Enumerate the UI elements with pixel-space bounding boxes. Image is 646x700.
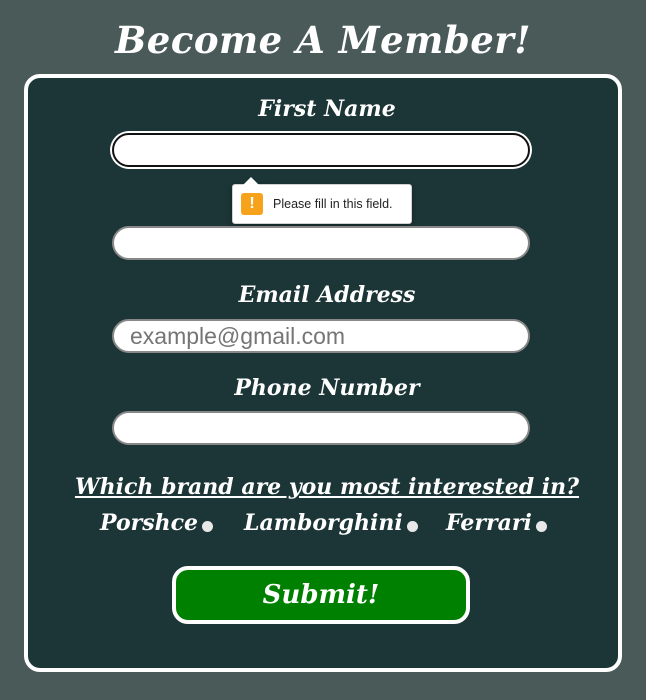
radio-lamborghini[interactable]: Lamborghini xyxy=(244,510,418,536)
email-input[interactable] xyxy=(112,319,530,353)
signup-form: First Name ! Please fill in this field. … xyxy=(24,74,622,672)
page-title: Become A Member! xyxy=(115,18,531,62)
first-name-label: First Name xyxy=(258,96,396,122)
phone-input[interactable] xyxy=(112,411,530,445)
radio-porsche-label: Porshce xyxy=(100,510,198,536)
phone-label: Phone Number xyxy=(234,375,420,401)
validation-tooltip: ! Please fill in this field. xyxy=(232,177,412,224)
first-name-input[interactable] xyxy=(112,133,530,167)
radio-lamborghini-button[interactable] xyxy=(406,520,418,532)
radio-porsche-button[interactable] xyxy=(202,520,213,532)
tooltip-arrow xyxy=(243,177,259,185)
radio-porsche[interactable]: Porshce xyxy=(100,510,213,536)
validation-message: Please fill in this field. xyxy=(273,197,393,211)
warning-icon: ! xyxy=(241,193,263,215)
submit-button[interactable]: Submit! xyxy=(172,566,470,624)
radio-lamborghini-label: Lamborghini xyxy=(244,510,403,536)
radio-ferrari[interactable]: Ferrari xyxy=(446,510,547,536)
email-label: Email Address xyxy=(238,282,416,308)
radio-ferrari-label: Ferrari xyxy=(446,510,532,536)
brand-question: Which brand are you most interested in? xyxy=(74,474,580,500)
last-name-input[interactable] xyxy=(112,226,530,260)
radio-ferrari-button[interactable] xyxy=(535,520,547,532)
